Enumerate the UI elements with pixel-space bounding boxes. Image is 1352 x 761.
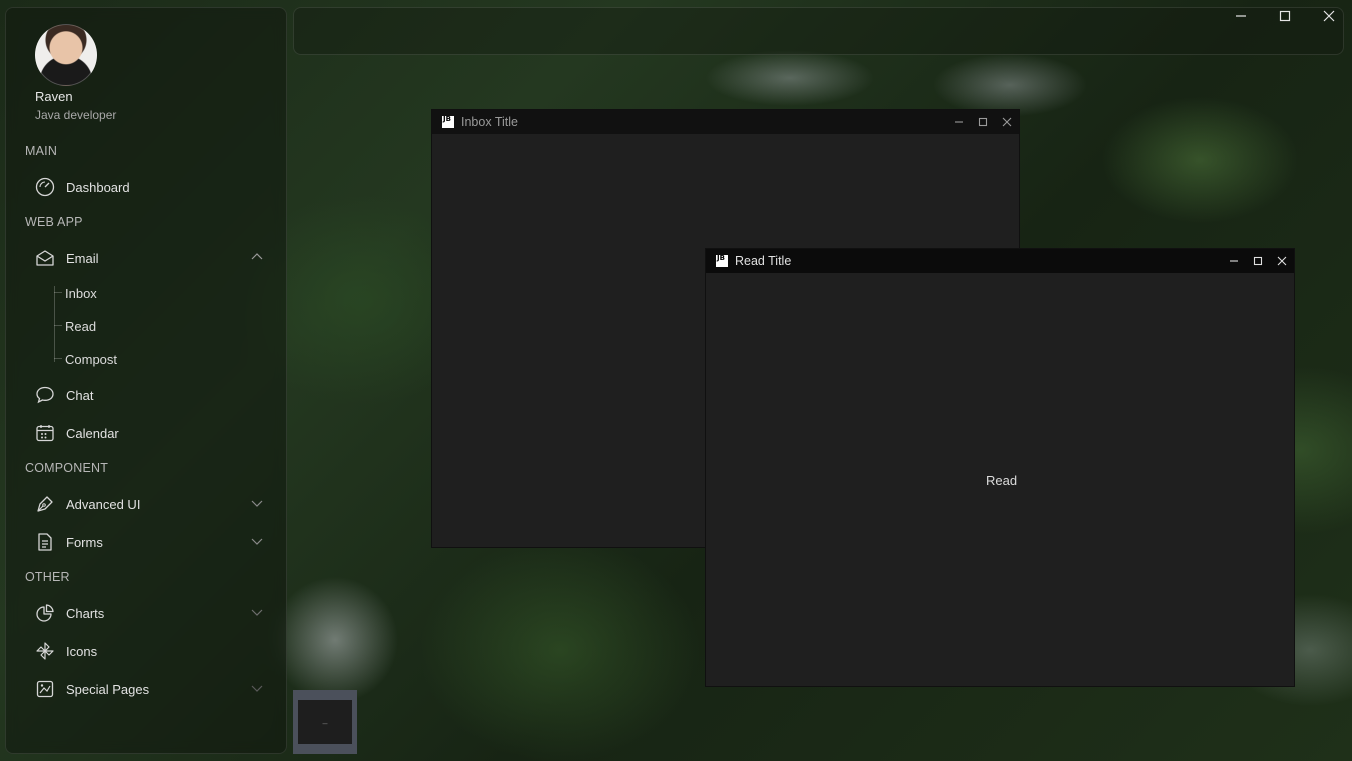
menu-label-special-pages: Special Pages [66,681,150,697]
frame-maximize-icon[interactable] [976,115,990,129]
envelope-icon [34,247,56,269]
read-frame-title: Read Title [735,254,792,268]
frame-close-icon[interactable] [1275,254,1289,268]
avatar[interactable] [35,24,97,86]
submenu-tree-tick [54,325,62,326]
chat-bubble-icon [34,384,56,406]
thumbnail-label: – [322,718,328,728]
special-pages-icon [34,678,56,700]
menu-item-email[interactable]: Email [34,243,276,273]
menu-item-dashboard[interactable]: Dashboard [34,172,276,202]
frame-minimize-icon[interactable] [1227,254,1241,268]
dashboard-gauge-icon [34,176,56,198]
menu-label-dashboard: Dashboard [66,179,130,195]
minimized-window-thumbnail[interactable]: – [293,690,357,754]
inbox-frame-title: Inbox Title [461,115,518,129]
frame-close-icon[interactable] [1000,115,1014,129]
submenu-item-read[interactable]: Read [65,319,96,334]
submenu-tree-tick [54,292,62,293]
menu-label-charts: Charts [66,605,105,621]
chevron-down-icon[interactable] [250,605,264,619]
sidebar: Raven Java developer MAIN Dashboard WEB … [5,7,287,754]
submenu-tree-tick [54,358,62,359]
chevron-up-icon[interactable] [250,250,264,264]
read-content-label: Read [986,473,1018,488]
menu-item-icons[interactable]: Icons [34,636,276,666]
frame-maximize-icon[interactable] [1251,254,1265,268]
submenu-tree-line [54,286,55,362]
menu-label-calendar: Calendar [66,425,119,441]
submenu-item-compost[interactable]: Compost [65,352,117,367]
menu-item-chat[interactable]: Chat [34,380,276,410]
menu-label-icons: Icons [66,643,98,659]
menu-item-special-pages[interactable]: Special Pages [34,674,276,704]
user-name: Raven [35,89,73,104]
menu-item-advanced-ui[interactable]: Advanced UI [34,489,276,519]
thumbnail-preview: – [298,700,352,744]
menu-item-forms[interactable]: Forms [34,527,276,557]
window-maximize-icon[interactable] [1277,8,1293,24]
document-icon [34,531,56,553]
chevron-down-icon[interactable] [250,681,264,695]
section-web-app: WEB APP [25,215,83,229]
menu-label-email: Email [66,250,99,266]
menu-label-forms: Forms [66,534,103,550]
chevron-down-icon[interactable] [250,534,264,548]
calendar-icon [34,422,56,444]
pen-nib-icon [34,493,56,515]
menu-label-advanced-ui: Advanced UI [66,496,141,512]
menu-item-calendar[interactable]: Calendar [34,418,276,448]
window-minimize-icon[interactable] [1233,8,1249,24]
submenu-item-inbox[interactable]: Inbox [65,286,97,301]
pinwheel-icon [34,640,56,662]
user-role: Java developer [35,108,117,122]
window-close-icon[interactable] [1321,8,1337,24]
section-component: COMPONENT [25,461,109,475]
menu-item-charts[interactable]: Charts [34,598,276,628]
menu-label-chat: Chat [66,387,94,403]
section-main: MAIN [25,144,58,158]
inbox-frame-titlebar[interactable]: JB Inbox Title [432,110,1019,134]
read-frame-titlebar[interactable]: JB Read Title [706,249,1294,273]
chevron-down-icon[interactable] [250,496,264,510]
frame-minimize-icon[interactable] [952,115,966,129]
jb-logo-icon: JB [442,116,454,128]
jb-logo-icon: JB [716,255,728,267]
pie-chart-icon [34,602,56,624]
section-other: OTHER [25,570,70,584]
top-bar [293,7,1344,55]
read-frame[interactable]: JB Read Title Read [705,248,1295,687]
